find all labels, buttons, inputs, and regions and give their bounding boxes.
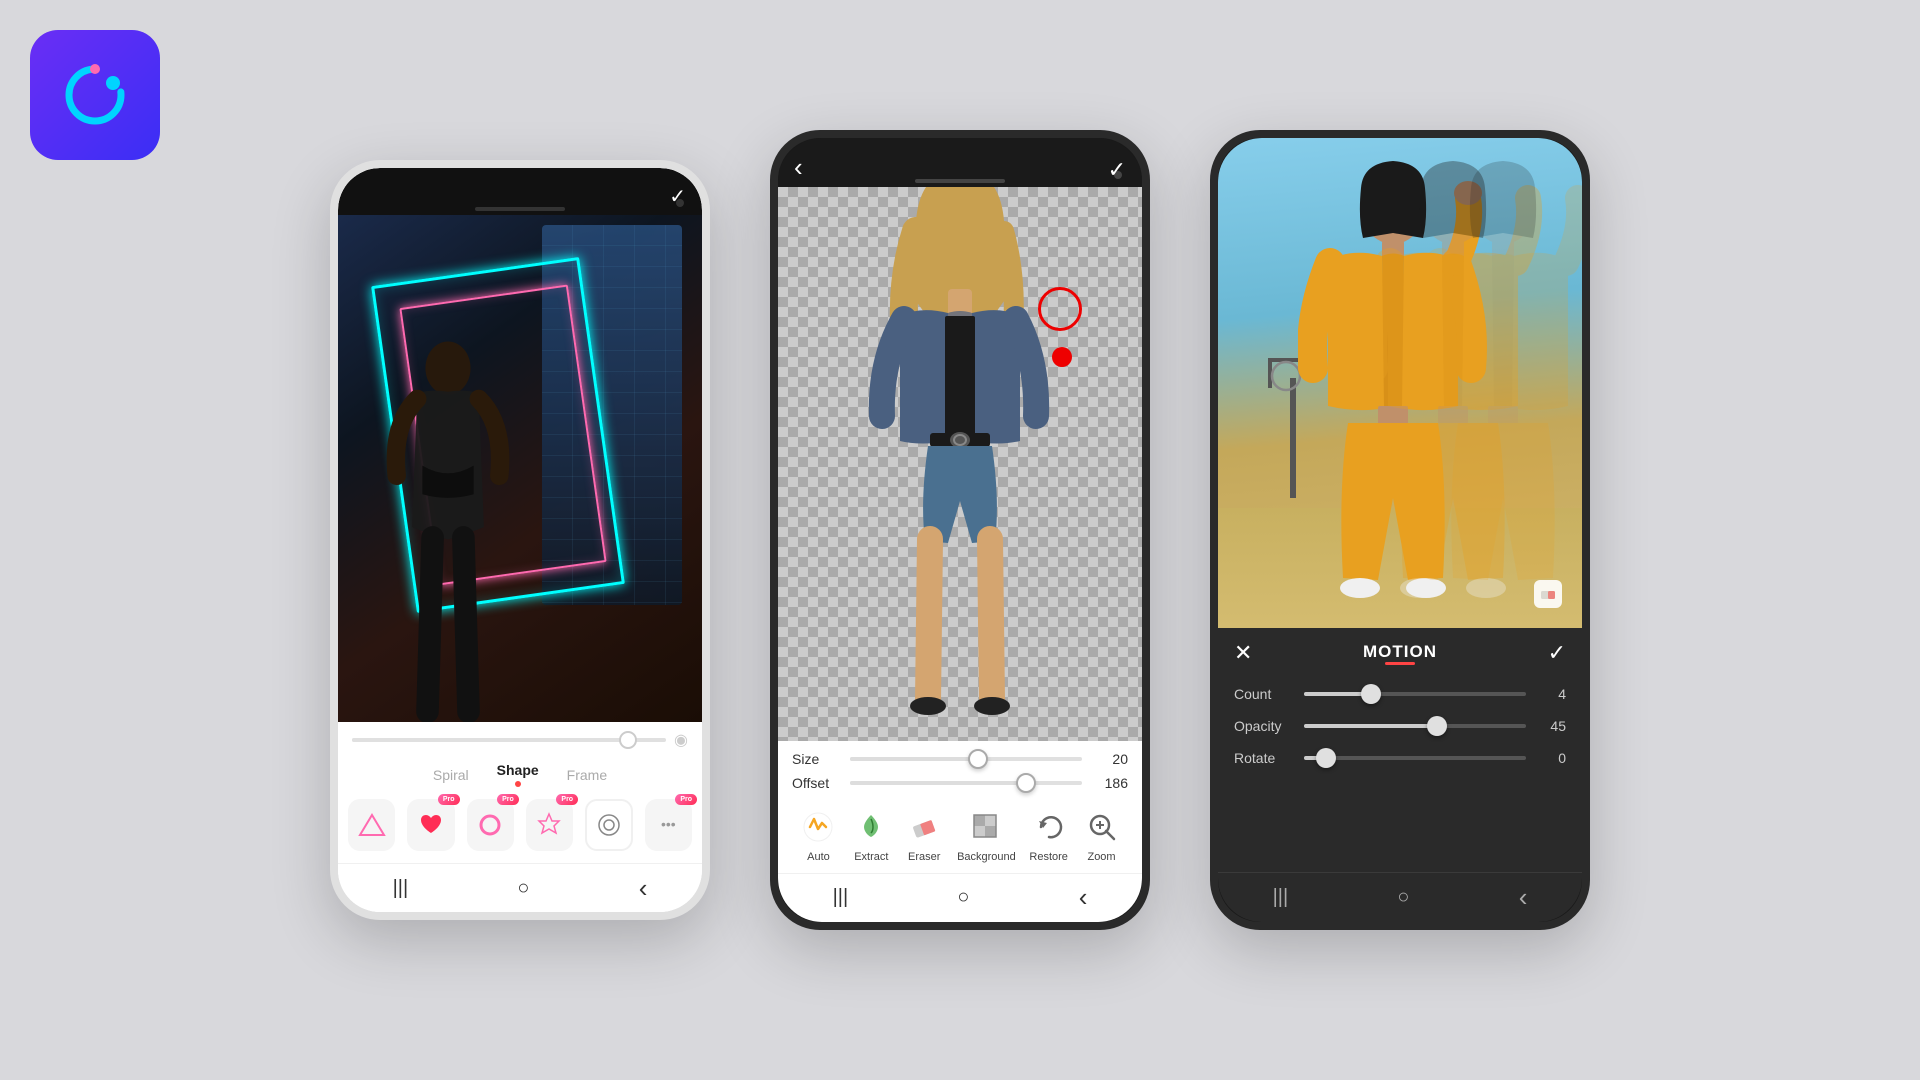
shape-ring-active[interactable] — [585, 799, 633, 851]
tab-spiral[interactable]: Spiral — [433, 767, 469, 783]
phone2-image — [778, 187, 1142, 740]
restore-tool-label: Restore — [1029, 851, 1068, 863]
eraser-cursor-icon — [1534, 580, 1562, 608]
motion-title: MOTION — [1252, 642, 1547, 662]
offset-label: Offset — [792, 775, 840, 791]
tool-auto[interactable]: Auto — [798, 807, 838, 863]
motion-header: ✕ MOTION ✓ — [1218, 628, 1582, 678]
rotate-slider-thumb[interactable] — [1316, 748, 1336, 768]
phone1-slider-track[interactable] — [352, 738, 666, 742]
size-slider[interactable] — [850, 757, 1082, 761]
phone1-slider-row: ◉ — [338, 722, 702, 758]
phone3-image — [1218, 138, 1582, 628]
rotate-row: Rotate 0 — [1218, 742, 1582, 774]
phone1: ✓ — [330, 160, 710, 920]
tool-restore[interactable]: Restore — [1029, 807, 1069, 863]
opacity-label: Opacity — [1234, 718, 1294, 734]
phone2-controls: Size 20 Offset 186 — [778, 741, 1142, 873]
pro-badge-heart: Pro — [438, 794, 460, 805]
tab-shape[interactable]: Shape — [497, 762, 539, 787]
count-row: Count 4 — [1218, 678, 1582, 710]
opacity-slider-thumb[interactable] — [1427, 716, 1447, 736]
size-slider-thumb[interactable] — [968, 749, 988, 769]
nav3-home-icon[interactable]: ○ — [1397, 886, 1409, 909]
pro-badge-star: Pro — [556, 794, 578, 805]
size-label: Size — [792, 751, 840, 767]
tool-zoom[interactable]: Zoom — [1082, 807, 1122, 863]
auto-tool-label: Auto — [807, 851, 830, 863]
background-tool-label: Background — [957, 851, 1016, 863]
nav-home-icon[interactable]: ○ — [517, 877, 529, 900]
eraser-icon: ◉ — [674, 730, 688, 750]
offset-value: 186 — [1092, 775, 1128, 791]
eraser-tool-label: Eraser — [908, 851, 940, 863]
tool-eraser[interactable]: Eraser — [904, 807, 944, 863]
rotate-slider[interactable] — [1304, 756, 1526, 760]
size-control-row: Size 20 — [792, 751, 1128, 767]
motion-close-button[interactable]: ✕ — [1234, 640, 1252, 666]
nav-menu-icon[interactable]: ||| — [393, 877, 409, 900]
rotate-label: Rotate — [1234, 750, 1294, 766]
shape-heart[interactable]: Pro — [407, 799, 454, 851]
tool-background[interactable]: Background — [957, 807, 1016, 863]
nav2-home-icon[interactable]: ○ — [957, 886, 969, 909]
pro-badge-ring: Pro — [497, 794, 519, 805]
phone2-tools: Auto Extract — [792, 799, 1128, 867]
tab-frame[interactable]: Frame — [567, 767, 607, 783]
pro-badge-more: Pro — [675, 794, 697, 805]
offset-control-row: Offset 186 — [792, 775, 1128, 791]
phone1-nav: ||| ○ ‹ — [338, 863, 702, 912]
nav3-back-icon[interactable]: ‹ — [1519, 882, 1528, 913]
nav2-menu-icon[interactable]: ||| — [833, 886, 849, 909]
count-slider[interactable] — [1304, 692, 1526, 696]
phone1-check-button[interactable]: ✓ — [669, 184, 686, 209]
offset-slider[interactable] — [850, 781, 1082, 785]
phone2: ‹ ✓ — [770, 130, 1150, 930]
opacity-slider[interactable] — [1304, 724, 1526, 728]
phone2-check-button[interactable]: ✓ — [1108, 157, 1126, 183]
shape-triangle[interactable] — [348, 799, 395, 851]
phone3: ✕ MOTION ✓ Count 4 — [1210, 130, 1590, 930]
phone2-nav: ||| ○ ‹ — [778, 873, 1142, 922]
nav-back-icon[interactable]: ‹ — [639, 873, 648, 904]
phone1-tabs: Spiral Shape Frame — [338, 758, 702, 791]
motion-check-button[interactable]: ✓ — [1548, 640, 1566, 666]
opacity-row: Opacity 45 — [1218, 710, 1582, 742]
phone3-nav: ||| ○ ‹ — [1218, 872, 1582, 922]
count-label: Count — [1234, 686, 1294, 702]
shape-star[interactable]: Pro — [526, 799, 573, 851]
phone1-shapes: Pro Pro Pro — [338, 791, 702, 863]
phone2-back-button[interactable]: ‹ — [794, 152, 803, 183]
motion-underline — [1385, 662, 1415, 665]
count-value: 4 — [1536, 686, 1566, 702]
shape-more[interactable]: Pro ••• — [645, 799, 692, 851]
extract-tool-label: Extract — [854, 851, 888, 863]
phone1-image — [338, 215, 702, 722]
phone3-controls: ✕ MOTION ✓ Count 4 — [1218, 628, 1582, 872]
nav3-menu-icon[interactable]: ||| — [1273, 886, 1289, 909]
nav2-back-icon[interactable]: ‹ — [1079, 882, 1088, 913]
app-logo[interactable] — [30, 30, 160, 160]
tool-extract[interactable]: Extract — [851, 807, 891, 863]
count-slider-thumb[interactable] — [1361, 684, 1381, 704]
offset-slider-thumb[interactable] — [1016, 773, 1036, 793]
scene: ✓ — [0, 0, 1920, 1080]
opacity-value: 45 — [1536, 718, 1566, 734]
shape-circle-ring[interactable]: Pro — [467, 799, 514, 851]
rotate-value: 0 — [1536, 750, 1566, 766]
svg-text:•••: ••• — [661, 816, 676, 832]
zoom-tool-label: Zoom — [1087, 851, 1115, 863]
size-value: 20 — [1092, 751, 1128, 767]
